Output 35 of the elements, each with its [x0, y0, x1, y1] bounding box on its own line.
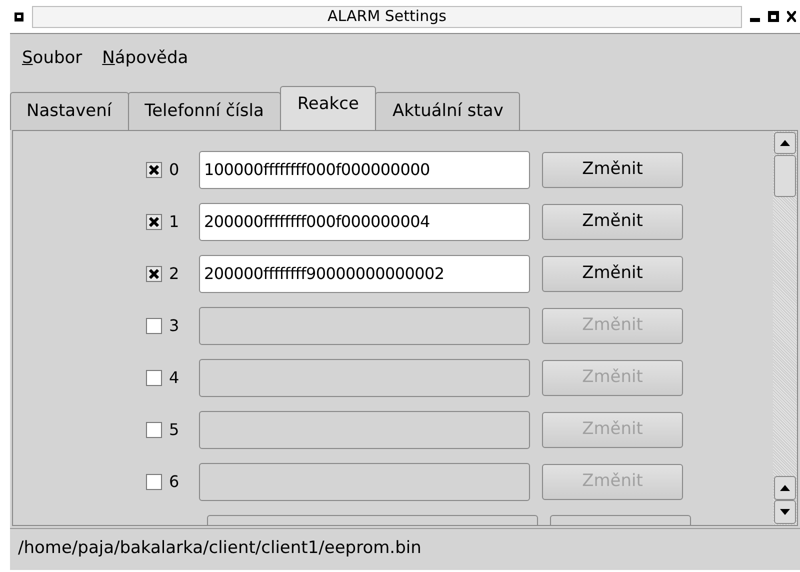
- scrollbar[interactable]: [773, 131, 797, 525]
- down-arrow-icon[interactable]: [780, 509, 790, 515]
- tab[interactable]: Aktuální stav: [375, 92, 520, 130]
- x-mark-icon: [148, 216, 160, 228]
- checkbox[interactable]: [146, 266, 162, 282]
- row-index: 4: [169, 367, 180, 389]
- row-index: 3: [169, 315, 180, 337]
- row-index: 5: [169, 419, 180, 441]
- close-icon[interactable]: [787, 11, 796, 22]
- row-index: 6: [169, 471, 180, 493]
- window-menu-icon[interactable]: [14, 12, 24, 22]
- scrollbar-thumb[interactable]: [774, 155, 796, 197]
- input-field[interactable]: 100000ffffffff000f000000000: [199, 151, 530, 189]
- row-index: 1: [169, 211, 180, 233]
- checkbox[interactable]: [146, 214, 162, 230]
- x-mark-icon: [148, 268, 160, 280]
- menu-item[interactable]: Soubor: [22, 46, 82, 72]
- row-index: 0: [169, 159, 180, 181]
- up-arrow-icon[interactable]: [780, 485, 790, 491]
- status-text: /home/paja/bakalarka/client/client1/eeprom.bin: [18, 536, 422, 560]
- input-field[interactable]: 200000ffffffff000f000000004: [199, 203, 530, 241]
- tab[interactable]: Reakce: [280, 86, 376, 130]
- change-button[interactable]: Změnit: [542, 256, 683, 292]
- change-button[interactable]: Změnit: [542, 152, 683, 188]
- change-button[interactable]: Změnit: [542, 204, 683, 240]
- input-field[interactable]: 200000ffffffff90000000000002: [199, 255, 530, 293]
- window-title: ALARM Settings: [328, 6, 446, 28]
- checkbox[interactable]: [146, 162, 162, 178]
- maximize-icon[interactable]: [768, 11, 779, 22]
- up-arrow-icon[interactable]: [780, 140, 790, 146]
- tab[interactable]: Telefonní čísla: [128, 92, 281, 130]
- x-mark-icon: [148, 164, 160, 176]
- tab[interactable]: Nastavení: [10, 92, 129, 130]
- menu-item[interactable]: Nápověda: [102, 46, 188, 72]
- row-index: 2: [169, 263, 180, 285]
